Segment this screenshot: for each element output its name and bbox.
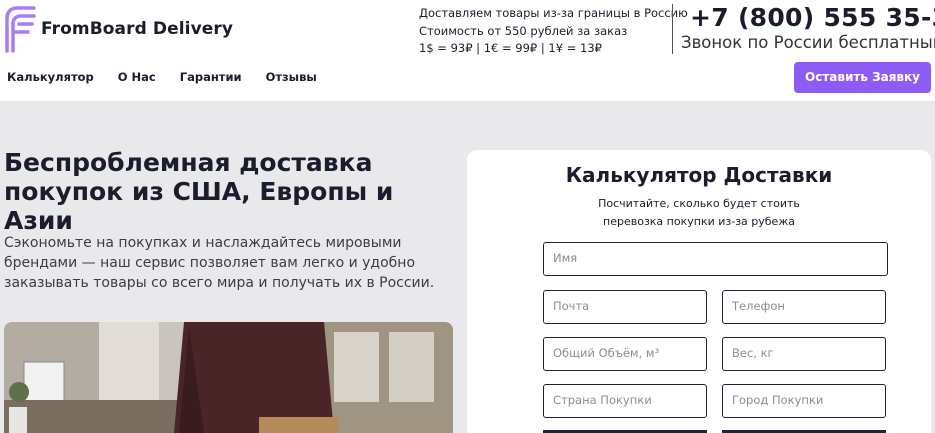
- phone-number[interactable]: +7 (800) 555 35-35: [690, 3, 935, 32]
- nav-item-about[interactable]: О Нас: [118, 70, 156, 84]
- courier-photo-image: [4, 322, 453, 433]
- submit-request-button[interactable]: Оставить Заявку: [794, 62, 931, 93]
- main-nav: Калькулятор О Нас Гарантии Отзывы: [7, 70, 341, 84]
- phone-note: Звонок по России бесплатный: [681, 33, 935, 52]
- volume-input[interactable]: Общий Объём, м³: [543, 337, 707, 371]
- header-divider: [672, 4, 673, 54]
- nav-item-reviews[interactable]: Отзывы: [266, 70, 317, 84]
- phone-input[interactable]: Телефон: [722, 290, 886, 324]
- brand-logo-icon[interactable]: [4, 4, 38, 54]
- site-header: FromBoard Delivery Доставляем товары из-…: [0, 0, 935, 101]
- nav-item-calculator[interactable]: Калькулятор: [7, 70, 94, 84]
- country-input[interactable]: Страна Покупки: [543, 384, 707, 418]
- brand-name[interactable]: FromBoard Delivery: [41, 19, 233, 39]
- subtitle-line: Посчитайте, сколько будет стоить: [598, 197, 800, 210]
- info-line: Стоимость от 550 рублей за заказ: [419, 23, 628, 38]
- name-input[interactable]: Имя: [543, 242, 888, 276]
- nav-item-guarantees[interactable]: Гарантии: [180, 70, 242, 84]
- exchange-rates: 1$ = 93₽ | 1€ = 99₽ | 1¥ = 13₽: [419, 41, 602, 55]
- weight-input[interactable]: Вес, кг: [722, 337, 886, 371]
- calculator-title: Калькулятор Доставки: [565, 163, 833, 187]
- delivery-calculator-card: Калькулятор Доставки Посчитайте, сколько…: [467, 150, 931, 433]
- city-input[interactable]: Город Покупки: [722, 384, 886, 418]
- info-line: Доставляем товары из-за границы в Россию: [419, 6, 688, 20]
- email-input[interactable]: Почта: [543, 290, 707, 324]
- shipping-info: Доставляем товары из-за границы в Россию…: [419, 5, 688, 58]
- hero-description: Сэкономьте на покупках и наслаждайтесь м…: [4, 235, 435, 291]
- hero-title: Беспроблемная доставка покупок из США, Е…: [4, 148, 394, 235]
- calculator-subtitle: Посчитайте, сколько будет стоить перевоз…: [467, 195, 931, 231]
- hero-photo: [4, 322, 453, 433]
- subtitle-line: перевозка покупки из-за рубежа: [603, 215, 795, 228]
